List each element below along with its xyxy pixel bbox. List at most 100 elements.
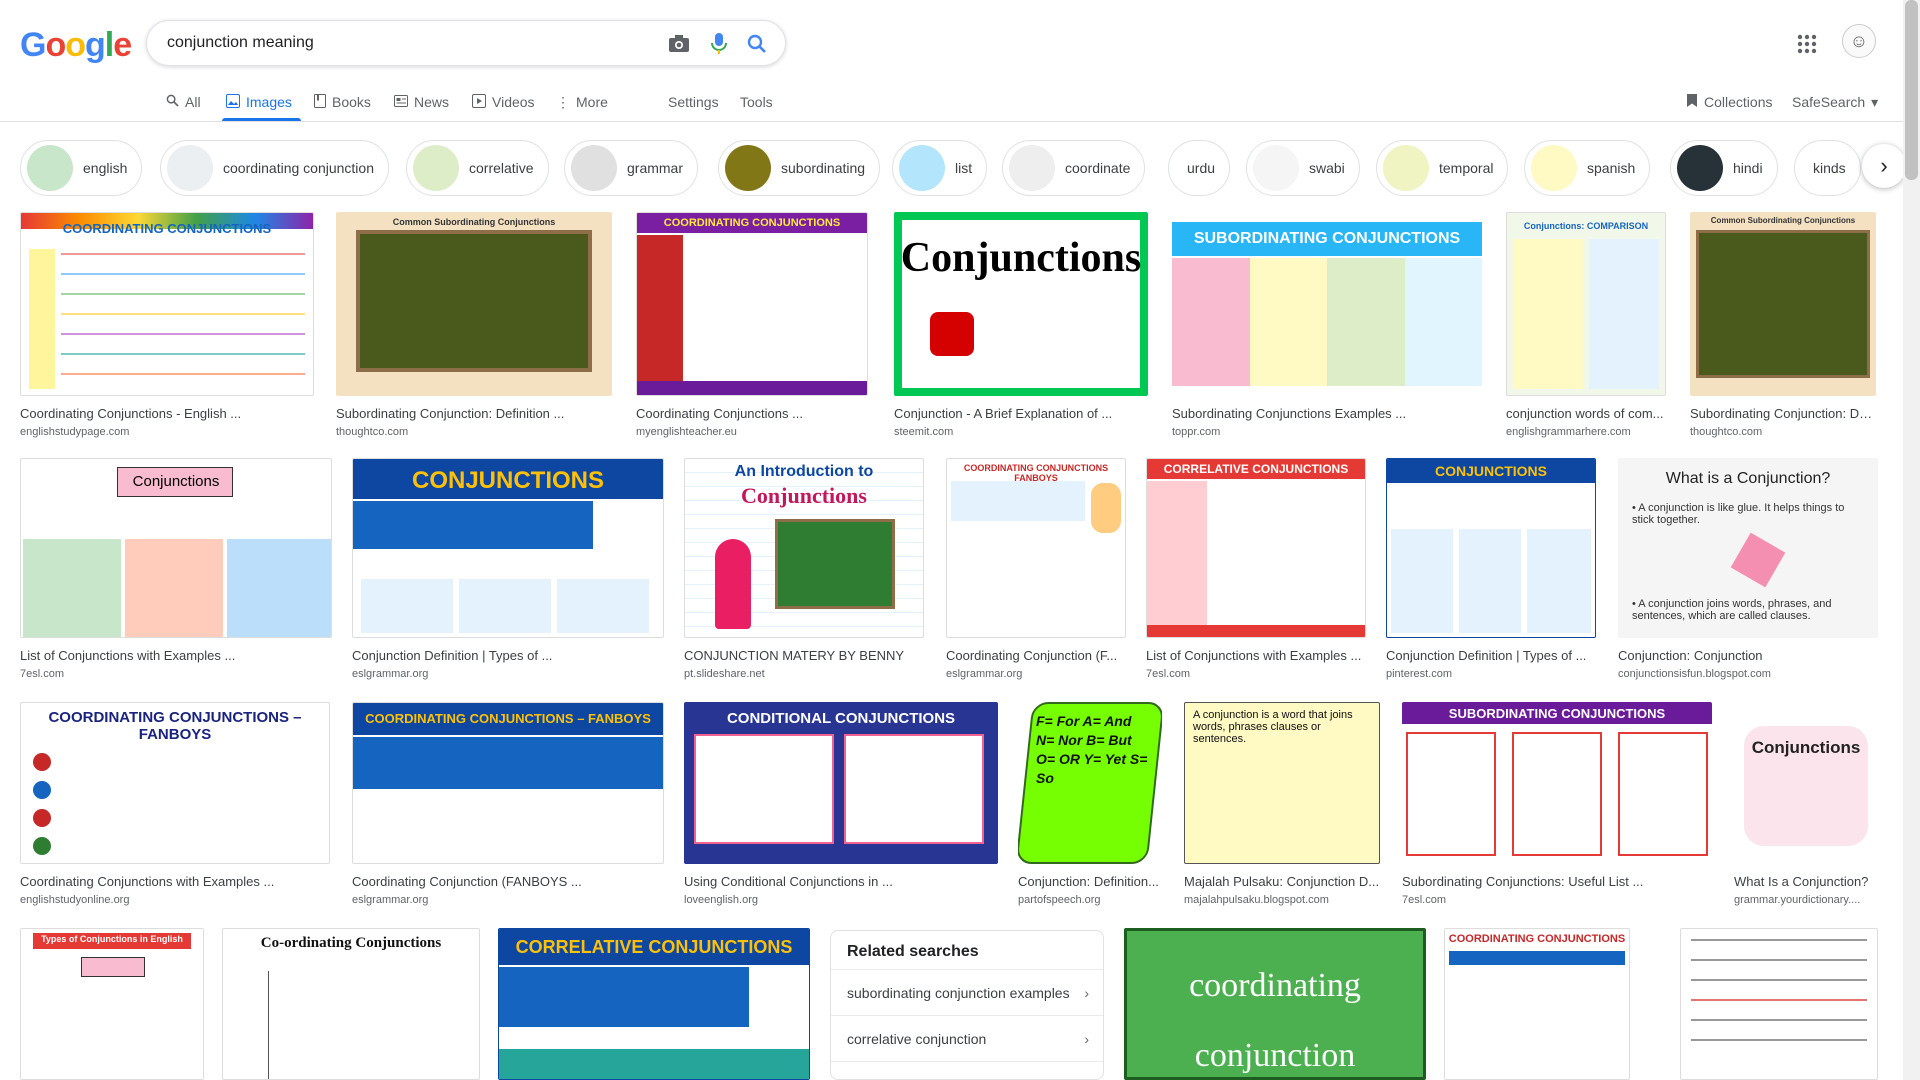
image-caption[interactable]: Coordinating Conjunction (F... bbox=[946, 648, 1126, 663]
image-caption[interactable]: Subordinating Conjunctions Examples ... bbox=[1172, 406, 1482, 421]
image-source[interactable]: eslgrammar.org bbox=[352, 668, 664, 680]
chip-temporal[interactable]: temporal bbox=[1376, 140, 1509, 196]
image-source[interactable]: steemit.com bbox=[894, 426, 1148, 438]
chip-grammar[interactable]: grammar bbox=[564, 140, 699, 196]
image-result[interactable]: Types of Conjunctions in English bbox=[20, 928, 204, 1080]
image-result[interactable]: A conjunction is a word that joins words… bbox=[1184, 702, 1380, 906]
image-source[interactable]: 7esl.com bbox=[1146, 668, 1366, 680]
tab-all[interactable]: All bbox=[166, 90, 201, 114]
image-source[interactable]: thoughtco.com bbox=[336, 426, 612, 438]
scrollbar[interactable] bbox=[1903, 0, 1920, 1080]
search-input[interactable]: conjunction meaning bbox=[167, 34, 314, 52]
image-caption[interactable]: Subordinating Conjunction: De... bbox=[1690, 406, 1876, 421]
tab-more[interactable]: ⋮ More bbox=[556, 90, 608, 114]
image-result[interactable]: Common Subordinating Conjunctions Subord… bbox=[1690, 212, 1876, 438]
image-caption[interactable]: What Is a Conjunction? bbox=[1734, 874, 1878, 889]
image-source[interactable]: majalahpulsaku.blogspot.com bbox=[1184, 894, 1380, 906]
image-result[interactable] bbox=[1680, 928, 1878, 1080]
image-source[interactable]: eslgrammar.org bbox=[946, 668, 1126, 680]
scrollbar-thumb[interactable] bbox=[1905, 0, 1918, 180]
apps-grid-icon[interactable] bbox=[1795, 32, 1819, 56]
related-search-item[interactable]: subordinating conjunction examples › bbox=[831, 969, 1103, 1015]
tools-link[interactable]: Tools bbox=[740, 90, 773, 114]
chip-correlative[interactable]: correlative bbox=[406, 140, 549, 196]
image-caption[interactable]: conjunction words of com... bbox=[1506, 406, 1666, 421]
image-caption[interactable]: List of Conjunctions with Examples ... bbox=[20, 648, 332, 663]
tab-videos[interactable]: Videos bbox=[472, 90, 535, 114]
image-result[interactable]: Conjunctions: COMPARISON conjunction wor… bbox=[1506, 212, 1666, 438]
chip-spanish[interactable]: spanish bbox=[1524, 140, 1651, 196]
image-result[interactable]: Conjunctions List of Conjunctions with E… bbox=[20, 458, 332, 680]
image-caption[interactable]: Majalah Pulsaku: Conjunction D... bbox=[1184, 874, 1380, 889]
image-source[interactable]: englishstudypage.com bbox=[20, 426, 314, 438]
collections-button[interactable]: Collections bbox=[1686, 90, 1772, 114]
image-caption[interactable]: Subordinating Conjunctions: Useful List … bbox=[1402, 874, 1712, 889]
image-result[interactable]: Conjunctions What Is a Conjunction? gram… bbox=[1734, 702, 1878, 906]
chip-coordinate[interactable]: coordinate bbox=[1002, 140, 1146, 196]
image-caption[interactable]: Coordinating Conjunctions ... bbox=[636, 406, 868, 421]
image-caption[interactable]: Coordinating Conjunctions - English ... bbox=[20, 406, 314, 421]
image-source[interactable]: englishgrammarhere.com bbox=[1506, 426, 1666, 438]
search-box[interactable]: conjunction meaning bbox=[146, 20, 786, 66]
image-caption[interactable]: CONJUNCTION MATERY BY BENNY bbox=[684, 648, 924, 663]
image-caption[interactable]: Coordinating Conjunction (FANBOYS ... bbox=[352, 874, 664, 889]
chip-urdu[interactable]: urdu bbox=[1168, 140, 1231, 196]
image-source[interactable]: 7esl.com bbox=[20, 668, 332, 680]
image-result[interactable]: COORDINATING CONJUNCTIONS bbox=[1444, 928, 1630, 1080]
chip-list[interactable]: list bbox=[892, 140, 988, 196]
image-result[interactable]: COORDINATING CONJUNCTIONS Coordinating C… bbox=[20, 212, 314, 438]
image-result[interactable]: An Introduction to Conjunctions CONJUNCT… bbox=[684, 458, 924, 680]
image-source[interactable]: thoughtco.com bbox=[1690, 426, 1876, 438]
image-result[interactable]: COORDINATING CONJUNCTIONS – FANBOYS Coor… bbox=[20, 702, 330, 906]
image-result[interactable]: COORDINATING CONJUNCTIONS – FANBOYS Coor… bbox=[352, 702, 664, 906]
microphone-icon[interactable] bbox=[707, 32, 731, 56]
image-caption[interactable]: Conjunction: Definition... bbox=[1018, 874, 1162, 889]
chip-english[interactable]: english bbox=[20, 140, 143, 196]
related-search-item[interactable] bbox=[831, 1061, 1103, 1079]
image-result[interactable]: Common Subordinating Conjunctions Subord… bbox=[336, 212, 612, 438]
image-result[interactable]: CORRELATIVE CONJUNCTIONS bbox=[498, 928, 810, 1080]
settings-link[interactable]: Settings bbox=[668, 90, 719, 114]
image-caption[interactable]: List of Conjunctions with Examples ... bbox=[1146, 648, 1366, 663]
chip-swabi[interactable]: swabi bbox=[1246, 140, 1360, 196]
image-result[interactable]: SUBORDINATING CONJUNCTIONS Subordinating… bbox=[1402, 702, 1712, 906]
chip-kinds[interactable]: kinds bbox=[1794, 140, 1861, 196]
image-source[interactable]: loveenglish.org bbox=[684, 894, 998, 906]
search-icon[interactable] bbox=[745, 32, 769, 56]
image-result[interactable]: CORRELATIVE CONJUNCTIONS List of Conjunc… bbox=[1146, 458, 1366, 680]
camera-icon[interactable] bbox=[667, 32, 691, 56]
image-source[interactable]: grammar.yourdictionary.... bbox=[1734, 894, 1878, 906]
image-caption[interactable]: Subordinating Conjunction: Definition ..… bbox=[336, 406, 612, 421]
chevron-right-icon[interactable]: › bbox=[1862, 144, 1906, 188]
image-caption[interactable]: Using Conditional Conjunctions in ... bbox=[684, 874, 998, 889]
image-source[interactable]: englishstudyonline.org bbox=[20, 894, 330, 906]
safesearch-button[interactable]: SafeSearch ▾ bbox=[1792, 90, 1878, 114]
image-source[interactable]: myenglishteacher.eu bbox=[636, 426, 868, 438]
chip-hindi[interactable]: hindi bbox=[1670, 140, 1778, 196]
chip-coordinating-conjunction[interactable]: coordinating conjunction bbox=[160, 140, 389, 196]
google-logo[interactable]: Google bbox=[20, 26, 132, 65]
image-source[interactable]: partofspeech.org bbox=[1018, 894, 1162, 906]
related-search-item[interactable]: correlative conjunction › bbox=[831, 1015, 1103, 1061]
image-caption[interactable]: Conjunction Definition | Types of ... bbox=[352, 648, 664, 663]
image-result[interactable]: Co-ordinating Conjunctions bbox=[222, 928, 480, 1080]
image-result[interactable]: What is a Conjunction? • A conjunction i… bbox=[1618, 458, 1878, 680]
image-result[interactable]: CONJUNCTIONS Conjunction Definition | Ty… bbox=[1386, 458, 1596, 680]
image-source[interactable]: conjunctionsisfun.blogspot.com bbox=[1618, 668, 1878, 680]
tab-books[interactable]: Books bbox=[314, 90, 371, 114]
image-result[interactable]: coordinating conjunction bbox=[1124, 928, 1426, 1080]
image-source[interactable]: toppr.com bbox=[1172, 426, 1482, 438]
avatar[interactable]: ☺ bbox=[1842, 24, 1876, 58]
chip-subordinating[interactable]: subordinating bbox=[718, 140, 881, 196]
image-result[interactable]: CONJUNCTIONS Conjunction Definition | Ty… bbox=[352, 458, 664, 680]
image-source[interactable]: 7esl.com bbox=[1402, 894, 1712, 906]
image-caption[interactable]: Conjunction Definition | Types of ... bbox=[1386, 648, 1596, 663]
image-result[interactable]: F= For A= And N= Nor B= But O= OR Y= Yet… bbox=[1018, 702, 1162, 906]
image-result[interactable]: SUBORDINATING CONJUNCTIONS Subordinating… bbox=[1172, 212, 1482, 438]
image-source[interactable]: eslgrammar.org bbox=[352, 894, 664, 906]
image-result[interactable]: CONDITIONAL CONJUNCTIONS Using Condition… bbox=[684, 702, 998, 906]
image-result[interactable]: COORDINATING CONJUNCTIONS Coordinating C… bbox=[636, 212, 868, 438]
tab-news[interactable]: News bbox=[394, 90, 449, 114]
image-result[interactable]: COORDINATING CONJUNCTIONS FANBOYS Coordi… bbox=[946, 458, 1126, 680]
image-source[interactable]: pinterest.com bbox=[1386, 668, 1596, 680]
